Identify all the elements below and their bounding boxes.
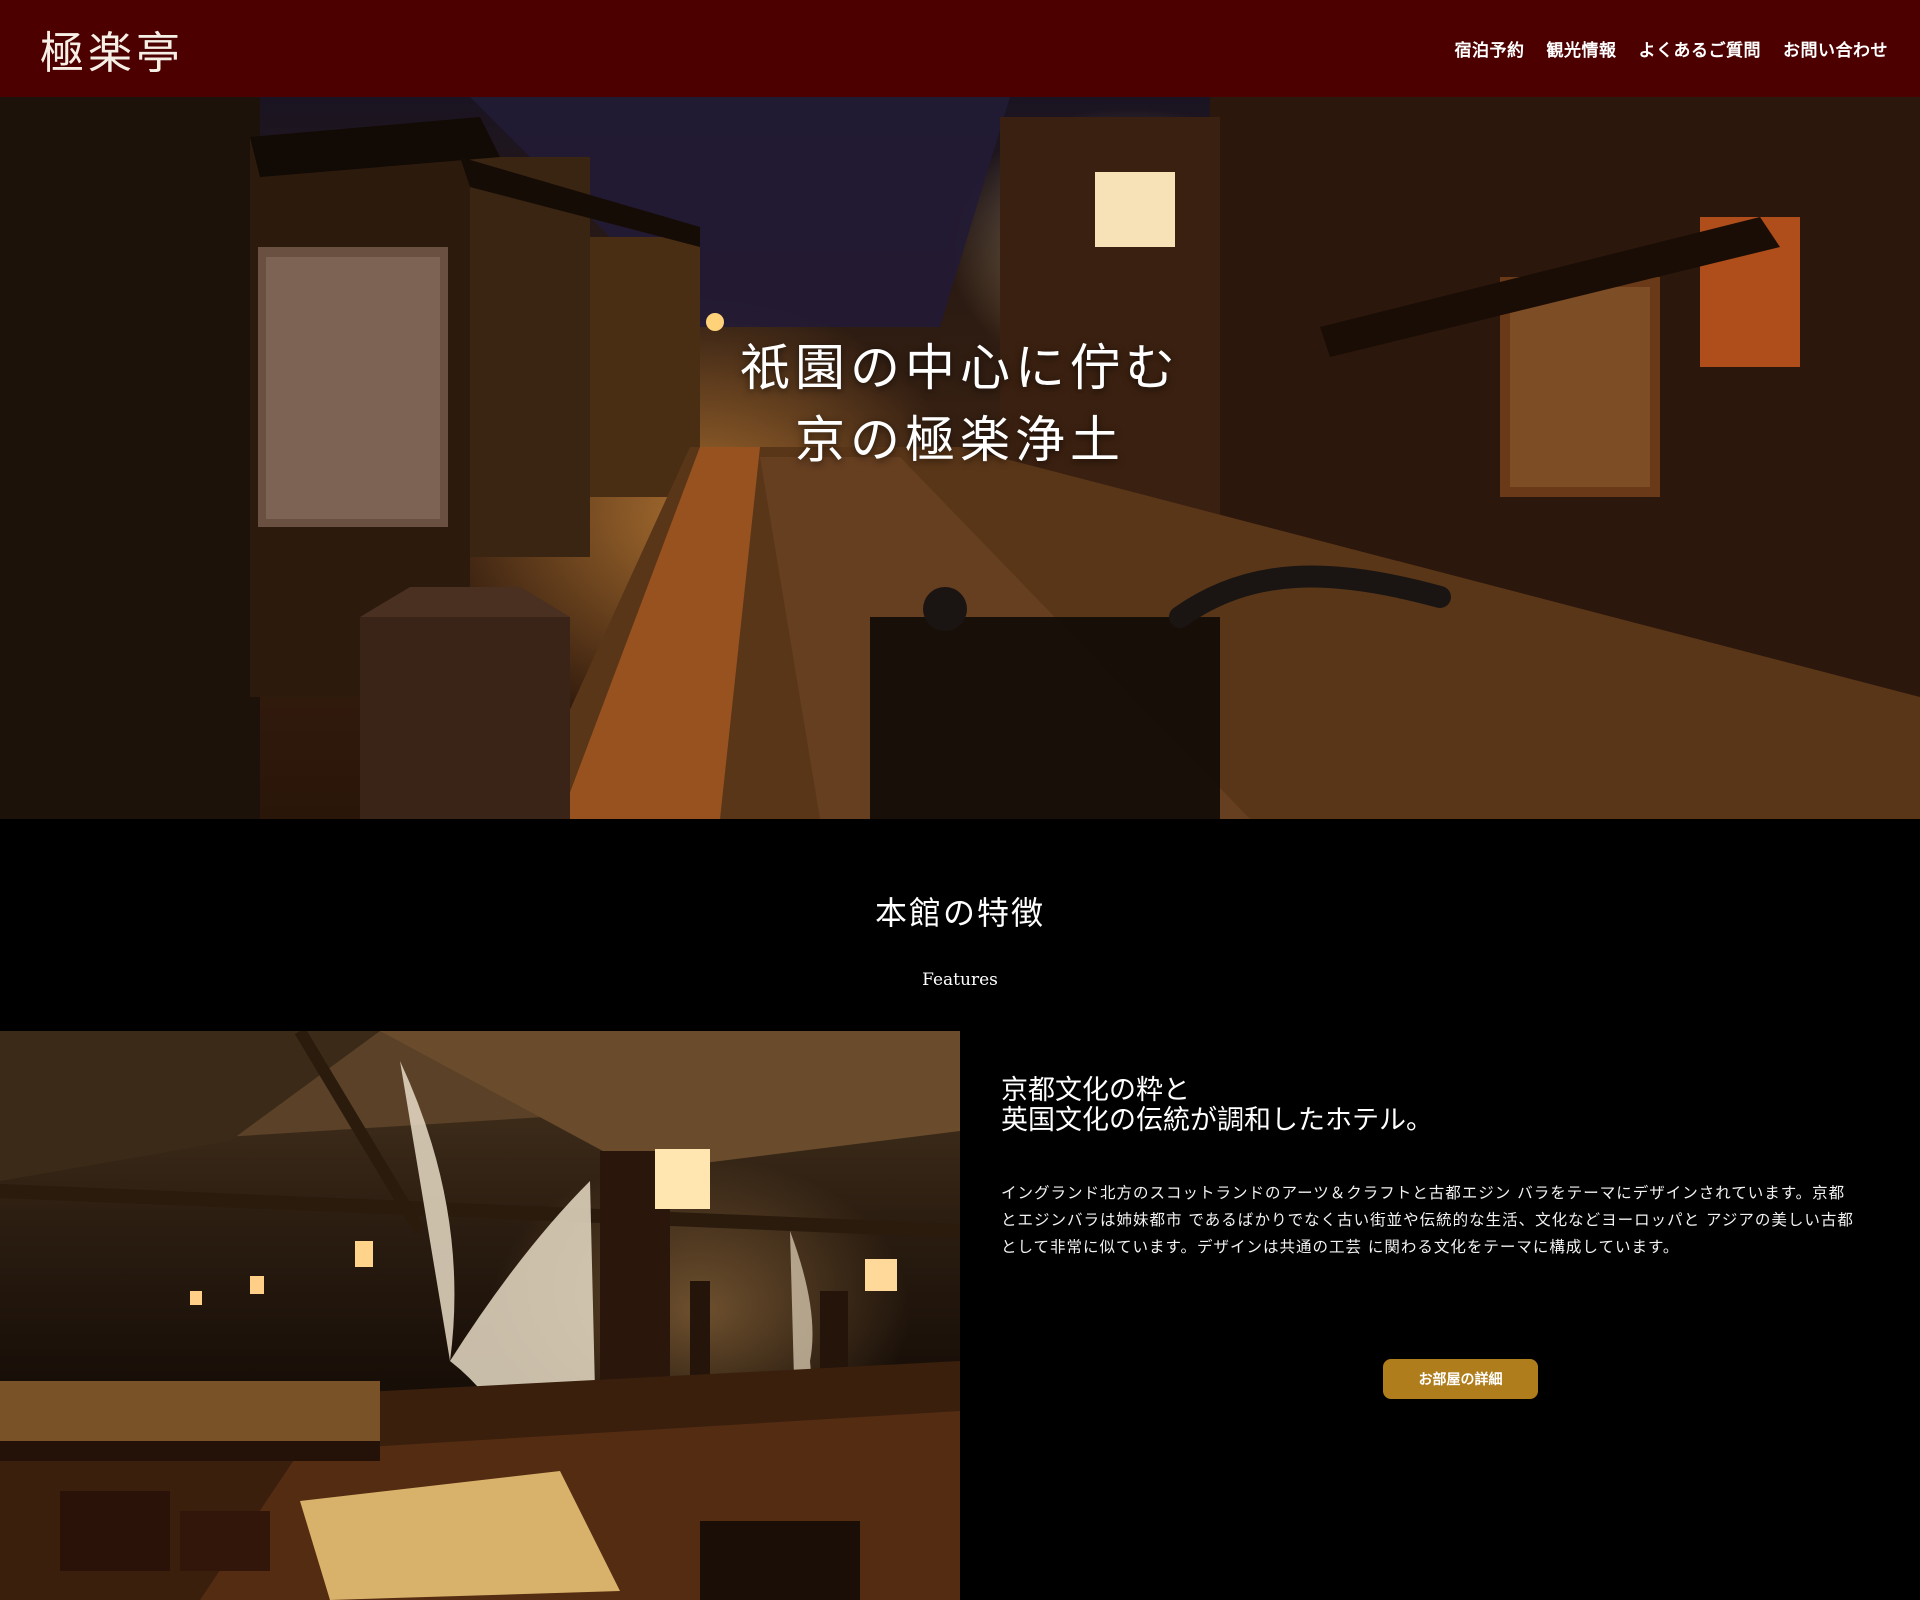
feature-title-line2: 英国文化の伝統が調和したホテル。 [1001, 1105, 1433, 1136]
feature-title-line1: 京都文化の粋と [1001, 1075, 1190, 1106]
hero-section: 祇園の中心に佇む 京の極楽浄土 [0, 97, 1920, 819]
feature-title: 京都文化の粋と 英国文化の伝統が調和したホテル。 [1001, 1076, 1861, 1136]
nav-item-faq[interactable]: よくあるご質問 [1639, 36, 1762, 61]
nav-item-reservation[interactable]: 宿泊予約 [1455, 36, 1525, 61]
nav-item-sightseeing[interactable]: 観光情報 [1547, 36, 1617, 61]
features-heading: 本館の特徴 [874, 894, 1045, 932]
hero-title-line1: 祇園の中心に佇む [740, 339, 1180, 397]
features-subheading: Features [922, 970, 998, 990]
hero-title-line2: 京の極楽浄土 [795, 411, 1125, 469]
site-logo[interactable]: 極楽亭 [40, 17, 184, 81]
feature-lounge-photo [0, 1031, 960, 1600]
site-header: 極楽亭 宿泊予約 観光情報 よくあるご質問 お問い合わせ [0, 0, 1920, 97]
main-nav: 宿泊予約 観光情報 よくあるご質問 お問い合わせ [1455, 36, 1889, 61]
feature-description: イングランド北方のスコットランドのアーツ＆クラフトと古都エジン バラをテーマにデ… [1001, 1184, 1854, 1256]
feature-text-block: 京都文化の粋と 英国文化の伝統が調和したホテル。 イングランド北方のスコットラン… [1001, 1076, 1861, 1277]
nav-item-contact[interactable]: お問い合わせ [1783, 36, 1888, 61]
hero-title: 祇園の中心に佇む 京の極楽浄土 [0, 332, 1920, 476]
room-details-button[interactable]: お部屋の詳細 [1383, 1359, 1538, 1399]
